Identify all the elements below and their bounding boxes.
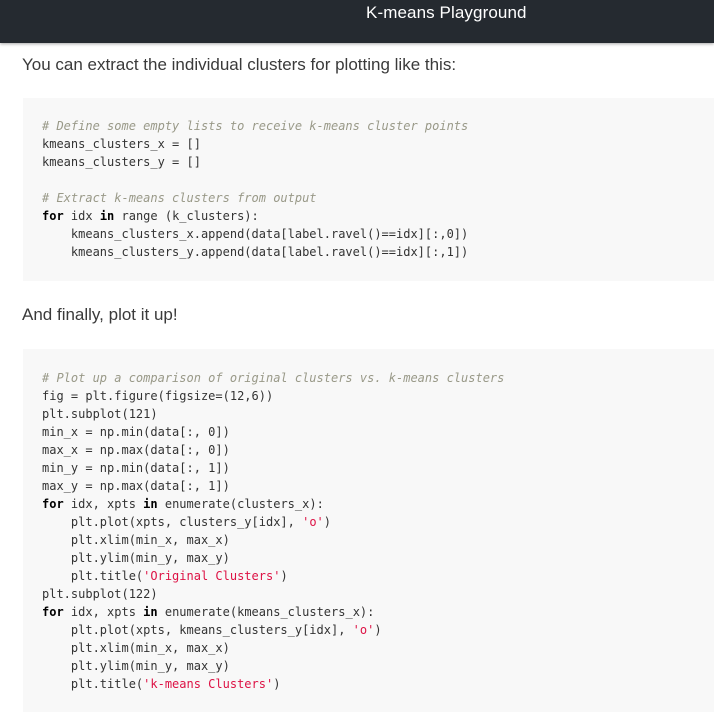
code-line: # Define some empty lists to receive k-m… — [42, 117, 468, 135]
intro-paragraph: You can extract the individual clusters … — [22, 55, 457, 74]
code-line: plt.ylim(min_y, max_y) — [42, 657, 504, 675]
code-string: 'o' — [302, 515, 324, 529]
code-text: plt.xlim(min_x, max_x) — [42, 533, 230, 547]
code-line: plt.subplot(122) — [42, 585, 504, 603]
code-line: # Extract k-means clusters from output — [42, 189, 468, 207]
code-comment: # Plot up a comparison of original clust… — [42, 371, 505, 385]
code-line: kmeans_clusters_x = [] — [42, 135, 468, 153]
code-line: # Plot up a comparison of original clust… — [42, 369, 504, 387]
code-line: for idx, xpts in enumerate(clusters_x): — [42, 495, 504, 513]
code-line: plt.plot(xpts, kmeans_clusters_y[idx], '… — [42, 621, 504, 639]
code-string: 'k-means Clusters' — [143, 677, 274, 691]
code-keyword: for — [42, 209, 64, 223]
code-line: max_y = np.max(data[:, 1]) — [42, 477, 504, 495]
code-text: plt.plot(xpts, clusters_y[idx], — [42, 515, 303, 529]
code-text: kmeans_clusters_y = [] — [42, 155, 201, 169]
code-text: fig = plt.figure(figsize=(12,6)) — [42, 389, 274, 403]
code-line: for idx, xpts in enumerate(kmeans_cluste… — [42, 603, 504, 621]
finally-paragraph: And finally, plot it up! — [22, 305, 178, 324]
code-text: range (k_clusters): — [114, 209, 259, 223]
code-line: plt.ylim(min_y, max_y) — [42, 549, 504, 567]
code-keyword: in — [143, 605, 158, 619]
code-line: fig = plt.figure(figsize=(12,6)) — [42, 387, 504, 405]
code-line: kmeans_clusters_y = [] — [42, 153, 468, 171]
code-line: plt.xlim(min_x, max_x) — [42, 639, 504, 657]
code-keyword: for — [42, 605, 64, 619]
code-text: enumerate(kmeans_clusters_x): — [157, 605, 375, 619]
site-title[interactable]: K-means Playground — [366, 3, 527, 23]
code-text: idx, xpts — [63, 497, 144, 511]
code-line: plt.subplot(121) — [42, 405, 504, 423]
code-text: plt.title( — [42, 569, 144, 583]
code-text: max_y = np.max(data[:, 1]) — [42, 479, 230, 493]
code-keyword: in — [99, 209, 115, 223]
code-text: ) — [374, 623, 382, 637]
code-listing: # Plot up a comparison of original clust… — [42, 369, 504, 693]
code-text: ) — [280, 569, 288, 583]
code-keyword: in — [143, 497, 158, 511]
code-line: plt.xlim(min_x, max_x) — [42, 531, 504, 549]
code-text: plt.ylim(min_y, max_y) — [42, 659, 230, 673]
code-text: min_x = np.min(data[:, 0]) — [42, 425, 230, 439]
code-line: min_x = np.min(data[:, 0]) — [42, 423, 504, 441]
code-text: plt.plot(xpts, kmeans_clusters_y[idx], — [42, 623, 353, 637]
code-text: plt.title( — [42, 677, 144, 691]
code-comment: # Define some empty lists to receive k-m… — [42, 119, 469, 133]
code-text: max_x = np.max(data[:, 0]) — [42, 443, 230, 457]
code-string: 'Original Clusters' — [143, 569, 281, 583]
code-text: min_y = np.min(data[:, 1]) — [42, 461, 230, 475]
code-comment: # Extract k-means clusters from output — [42, 191, 317, 205]
code-text: plt.subplot(122) — [42, 587, 158, 601]
code-text: idx — [63, 209, 100, 223]
code-listing: # Define some empty lists to receive k-m… — [42, 117, 468, 261]
code-keyword: for — [42, 497, 64, 511]
code-text: plt.subplot(121) — [42, 407, 158, 421]
code-text: idx, xpts — [63, 605, 144, 619]
code-line: kmeans_clusters_x.append(data[label.rave… — [42, 225, 468, 243]
code-text: ) — [273, 677, 281, 691]
code-block-extract-clusters: # Define some empty lists to receive k-m… — [23, 98, 714, 281]
code-line: plt.plot(xpts, clusters_y[idx], 'o') — [42, 513, 504, 531]
code-text: plt.xlim(min_x, max_x) — [42, 641, 230, 655]
code-line: min_y = np.min(data[:, 1]) — [42, 459, 504, 477]
code-text: enumerate(clusters_x): — [157, 497, 324, 511]
code-line: kmeans_clusters_y.append(data[label.rave… — [42, 243, 468, 261]
code-text: plt.ylim(min_y, max_y) — [42, 551, 230, 565]
code-text: kmeans_clusters_x.append(data[label.rave… — [42, 227, 469, 241]
top-navbar: K-means Playground — [0, 0, 714, 43]
code-block-plot-comparison: # Plot up a comparison of original clust… — [23, 349, 714, 712]
code-text: kmeans_clusters_y.append(data[label.rave… — [42, 245, 469, 259]
code-line: for idx in range (k_clusters): — [42, 207, 468, 225]
code-line: max_x = np.max(data[:, 0]) — [42, 441, 504, 459]
code-text: ) — [323, 515, 332, 529]
code-string: 'o' — [352, 623, 375, 637]
code-text: kmeans_clusters_x = [] — [42, 137, 201, 151]
code-line: plt.title('k-means Clusters') — [42, 675, 504, 693]
code-line: plt.title('Original Clusters') — [42, 567, 504, 585]
